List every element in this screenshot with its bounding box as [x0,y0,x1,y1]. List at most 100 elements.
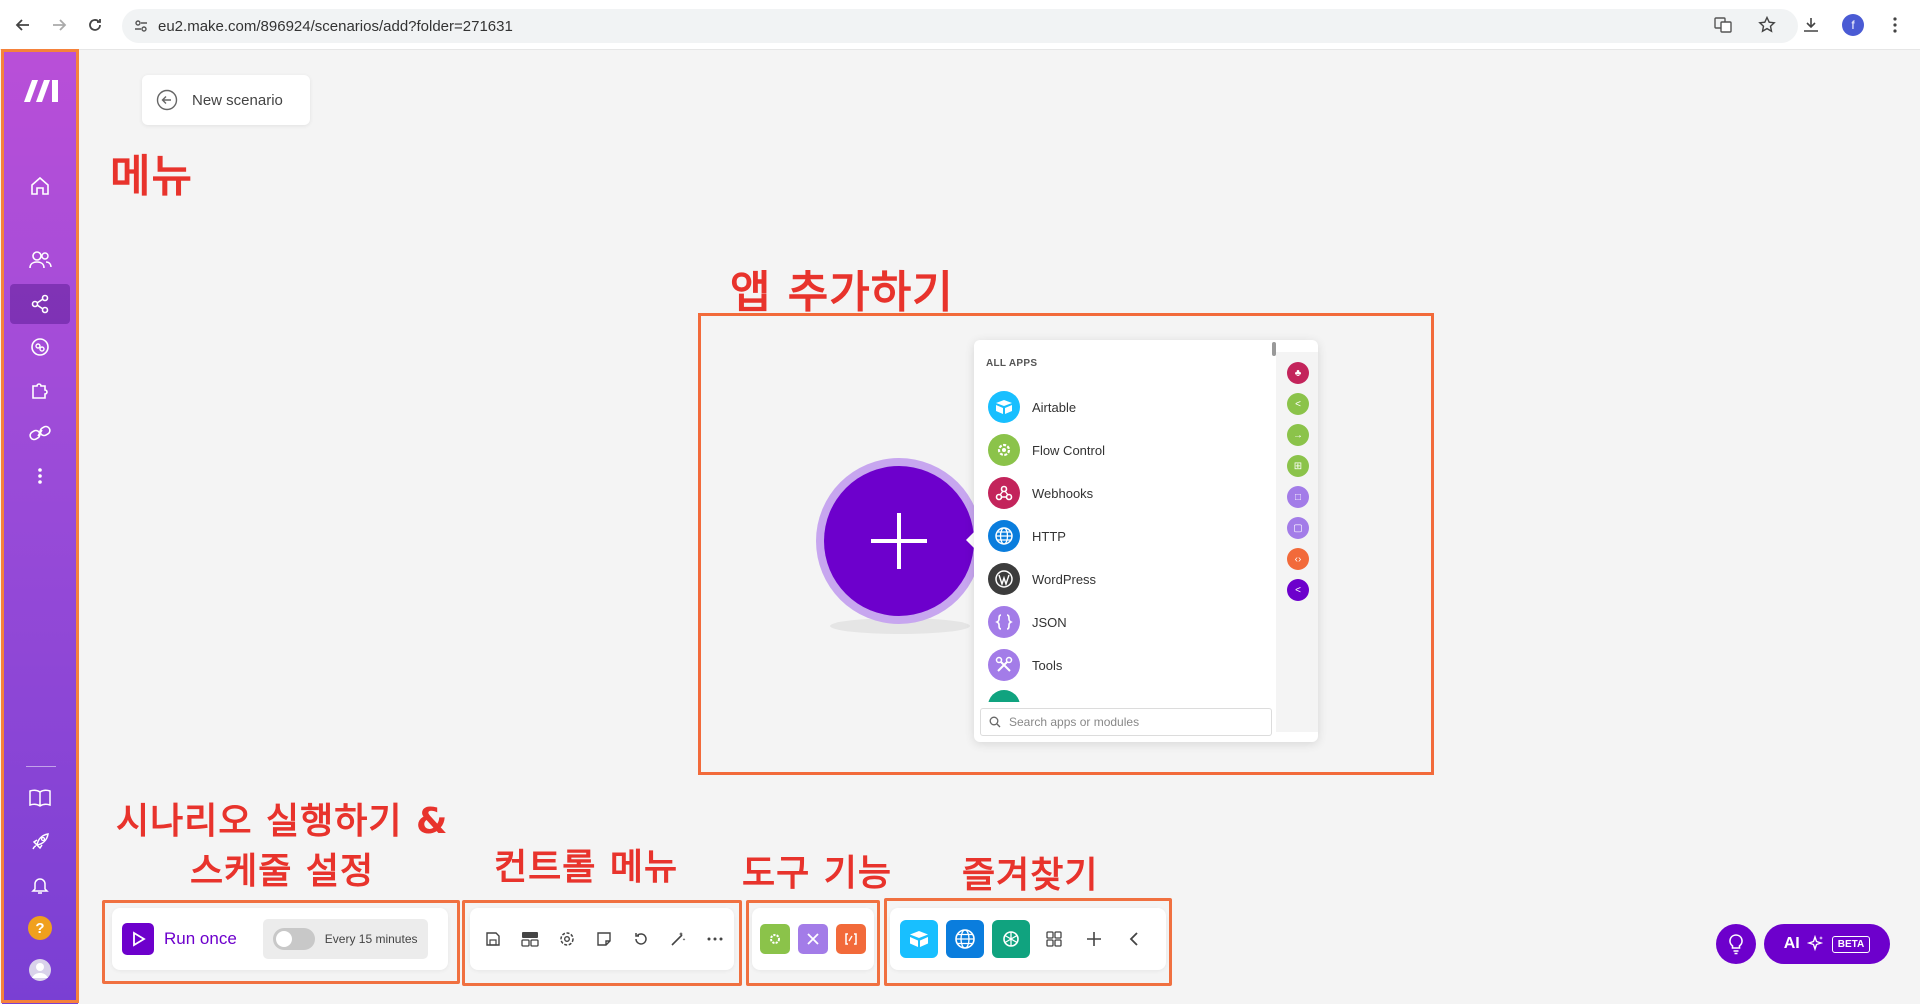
app-item-partial [988,690,1020,702]
apps-icon[interactable] [10,370,70,410]
profile-avatar[interactable]: f [1842,14,1864,36]
lightbulb-icon [1729,934,1743,955]
kebab-menu-icon[interactable] [1882,12,1908,38]
run-once-label: Run once [164,929,237,948]
reload-icon[interactable] [82,12,108,38]
favorites-toolbar [890,908,1166,970]
app-item-tools[interactable]: Tools [988,648,1062,682]
openai-fav-icon[interactable] [992,920,1030,958]
rail-aggregator-icon[interactable]: ⊞ [1287,455,1309,477]
schedule-toggle[interactable] [272,928,315,950]
app-item-wordpress[interactable]: WordPress [988,562,1096,596]
annotation-menu: 메뉴 [110,151,193,202]
book-icon[interactable] [10,778,70,818]
translate-icon[interactable] [1710,12,1736,38]
ai-label: AI [1783,935,1800,952]
run-once-button[interactable]: Run once [122,923,237,955]
annotation-run-line2: 스케줄 설정 [190,851,375,892]
rail-iterator-icon[interactable]: → [1287,424,1309,446]
app-item-webhooks[interactable]: Webhooks [988,476,1093,510]
rocket-icon[interactable] [10,822,70,862]
back-arrow-icon[interactable] [10,12,36,38]
rail-text-parser-icon[interactable]: ‹› [1287,548,1309,570]
scenarios-icon[interactable] [10,284,70,324]
url-text: eu2.make.com/896924/scenarios/add?folder… [158,17,513,35]
link-icon[interactable] [10,413,70,453]
tools-toolbar [752,908,874,970]
app-name: Webhooks [1032,485,1094,501]
forward-arrow-icon[interactable] [46,12,72,38]
wordpress-icon [988,563,1020,595]
rail-router-icon[interactable]: < [1287,393,1309,415]
grid-icon[interactable] [1034,919,1074,959]
connections-icon[interactable] [10,327,70,367]
make-logo[interactable] [22,76,62,106]
webhook-icon [988,477,1020,509]
bookmark-star-icon[interactable] [1754,12,1780,38]
gear-icon [988,434,1020,466]
annotation-add-app: 앱 추가하기 [730,267,954,318]
ai-assistant-button[interactable]: AI BETA [1764,924,1890,964]
layout-icon[interactable] [511,919,548,959]
team-icon[interactable] [10,240,70,280]
schedule-label[interactable]: Every 15 minutes [325,932,418,946]
browser-toolbar: eu2.make.com/896924/scenarios/add?folder… [0,0,1920,50]
text-parser-tool-icon[interactable] [836,924,866,954]
user-avatar[interactable] [10,950,70,990]
braces-icon [988,606,1020,638]
site-settings-icon[interactable] [134,19,148,33]
home-icon[interactable] [10,166,70,206]
annotation-run-line1: 시나리오 실행하기 & [116,801,449,842]
app-name: JSON [1032,614,1067,630]
annotation-control-menu: 컨트롤 메뉴 [494,847,679,888]
sparkle-icon [1806,935,1823,952]
back-to-scenarios[interactable]: New scenario [142,75,310,125]
airtable-fav-icon[interactable] [900,920,938,958]
notes-icon[interactable] [585,919,622,959]
add-module-button[interactable] [824,466,974,616]
ellipsis-icon[interactable] [697,919,734,959]
search-icon [989,716,1001,728]
bell-icon[interactable] [10,865,70,905]
http-fav-icon[interactable] [946,920,984,958]
lightbulb-button[interactable] [1716,924,1756,964]
help-icon[interactable]: ? [10,908,70,948]
app-item-flow-control[interactable]: Flow Control [988,433,1105,467]
chevron-left-icon[interactable] [1114,919,1154,959]
download-icon[interactable] [1798,12,1824,38]
app-item-http[interactable]: HTTP [988,519,1066,553]
apps-popup: ALL APPS Airtable Flow Control Webhooks … [974,340,1318,742]
address-bar[interactable]: eu2.make.com/896924/scenarios/add?folder… [122,9,1798,43]
tools-tool-icon[interactable] [798,924,828,954]
add-favorite-plus-icon[interactable] [1074,919,1114,959]
app-search-input[interactable]: Search apps or modules [980,708,1272,736]
app-item-airtable[interactable]: Airtable [988,390,1076,424]
settings-icon[interactable] [548,919,585,959]
rail-scenario-icon[interactable]: < [1287,579,1309,601]
tools-icon [988,649,1020,681]
app-name: HTTP [1032,528,1066,544]
apps-header: ALL APPS [986,358,1038,369]
help-badge: ? [28,916,52,940]
more-icon[interactable] [10,456,70,496]
main-sidebar: ? [2,50,78,1004]
app-item-json[interactable]: JSON [988,605,1067,639]
save-icon[interactable] [474,919,511,959]
magic-wand-icon[interactable] [660,919,697,959]
rail-webhook-icon[interactable]: ♣ [1287,362,1309,384]
airtable-icon [988,391,1020,423]
beta-badge: BETA [1831,935,1871,953]
flow-control-tool-icon[interactable] [760,924,790,954]
rail-tools-icon[interactable]: □ [1287,486,1309,508]
plus-icon [871,513,927,569]
schedule-control[interactable]: Every 15 minutes [262,919,428,959]
rail-data-icon[interactable]: ▢ [1287,517,1309,539]
back-circle-icon [156,89,178,111]
category-rail: ♣ < → ⊞ □ ▢ ‹› < [1276,352,1318,732]
run-toolbar: Run once Every 15 minutes [112,908,448,970]
page-title: New scenario [192,91,283,109]
undo-icon[interactable] [623,919,660,959]
globe-icon [988,520,1020,552]
app-name: WordPress [1032,571,1097,587]
search-placeholder: Search apps or modules [1009,715,1140,729]
